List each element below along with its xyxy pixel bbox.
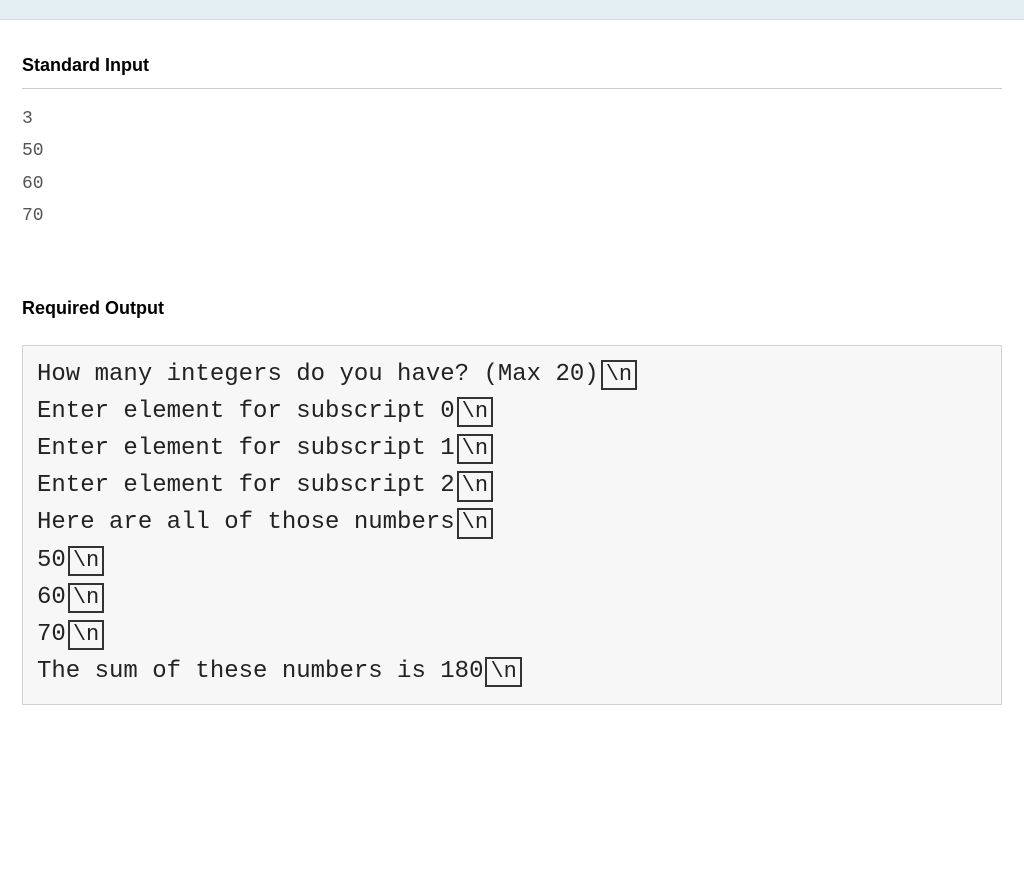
output-line: Enter element for subscript 2\n [37,467,987,504]
output-line: 60\n [37,579,987,616]
newline-icon: \n [68,620,104,650]
required-output-box: How many integers do you have? (Max 20)\… [22,345,1002,706]
newline-icon: \n [457,471,493,501]
output-text: 50 [37,547,66,574]
newline-icon: \n [457,508,493,538]
output-line: Enter element for subscript 1\n [37,430,987,467]
output-text: Enter element for subscript 2 [37,472,455,499]
input-line: 70 [22,200,1002,232]
newline-icon: \n [601,360,637,390]
output-text: Here are all of those numbers [37,509,455,536]
output-text: Enter element for subscript 1 [37,435,455,462]
newline-icon: \n [68,583,104,613]
standard-input-block: 3 50 60 70 [22,89,1002,263]
input-line: 3 [22,103,1002,135]
input-line: 50 [22,135,1002,167]
output-text: The sum of these numbers is 180 [37,658,483,685]
newline-icon: \n [457,434,493,464]
output-text: How many integers do you have? (Max 20) [37,361,599,388]
top-bar [0,0,1024,20]
newline-icon: \n [485,657,521,687]
required-output-heading: Required Output [22,263,1002,331]
output-line: Enter element for subscript 0\n [37,393,987,430]
standard-input-heading: Standard Input [22,20,1002,89]
output-line: Here are all of those numbers\n [37,504,987,541]
output-line: The sum of these numbers is 180\n [37,653,987,690]
output-line: 70\n [37,616,987,653]
output-text: 60 [37,584,66,611]
output-text: 70 [37,621,66,648]
newline-icon: \n [68,546,104,576]
input-line: 60 [22,168,1002,200]
output-line: 50\n [37,542,987,579]
output-line: How many integers do you have? (Max 20)\… [37,356,987,393]
newline-icon: \n [457,397,493,427]
content-area: Standard Input 3 50 60 70 Required Outpu… [0,20,1024,735]
output-text: Enter element for subscript 0 [37,398,455,425]
